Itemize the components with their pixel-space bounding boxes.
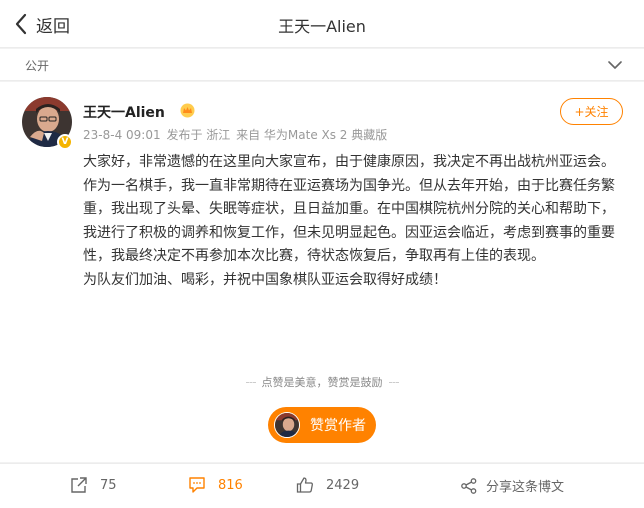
post-source: 来自 华为Mate Xs 2 典藏版 [236, 128, 388, 142]
chevron-down-icon[interactable] [608, 60, 622, 70]
thumbs-up-icon [296, 477, 313, 493]
verified-badge-icon: V [57, 134, 73, 150]
page-title: 王天一Alien [278, 17, 366, 36]
tip-author-label: 赞赏作者 [310, 418, 366, 434]
tip-author-button[interactable]: 赞赏作者 [268, 407, 376, 443]
like-count: 2429 [326, 477, 360, 493]
divider [245, 381, 256, 383]
visibility-label: 公开 [25, 59, 50, 73]
visibility-bar: 公开 [0, 49, 644, 81]
comment-button[interactable]: 816 [188, 476, 243, 494]
like-button[interactable]: 2429 [296, 476, 359, 494]
author-name[interactable]: 王天一Alien [83, 102, 165, 122]
top-bar: 返回 王天一Alien [0, 0, 644, 48]
share-button[interactable]: 分享这条博文 [460, 476, 564, 495]
repost-count: 75 [100, 477, 117, 493]
avatar-image [275, 413, 299, 437]
post-location: 发布于 浙江 [166, 128, 231, 142]
post-meta: 23-8-4 09:01 发布于 浙江 来自 华为Mate Xs 2 典藏版 [83, 126, 389, 143]
divider [388, 381, 399, 383]
post-paragraph: 为队友们加油、喝彩，并祝中国象棋队亚运会取得好成绩！ [83, 271, 447, 288]
post-paragraph: 作为一名棋手，我一直非常期待在亚运赛场为国争光。但从去年开始，由于比赛任务繁重，… [83, 177, 615, 265]
comment-icon [189, 477, 205, 493]
tip-slogan-row: 点赞是美意，赞赏是鼓励 [0, 374, 644, 390]
avatar [274, 412, 300, 438]
share-label: 分享这条博文 [486, 480, 565, 495]
post-paragraph: 大家好，非常遗憾的在这里向大家宣布，由于健康原因，我决定不再出战杭州亚运会。 [83, 154, 615, 170]
tip-slogan: 点赞是美意，赞赏是鼓励 [261, 376, 383, 389]
repost-icon [71, 477, 87, 493]
post-time[interactable]: 23-8-4 09:01 [83, 128, 161, 142]
crown-icon [180, 103, 195, 118]
share-icon [461, 477, 477, 494]
post-card: V 王天一Alien 23-8-4 09:01 发布于 浙江 来自 华为Mate… [0, 82, 644, 462]
action-bar: 75 816 2429 分享这条博文 [0, 463, 644, 508]
follow-button[interactable]: +关注 [560, 98, 623, 125]
post-content: 大家好，非常遗憾的在这里向大家宣布，由于健康原因，我决定不再出战杭州亚运会。 作… [83, 151, 628, 292]
comment-count: 816 [218, 477, 243, 493]
repost-button[interactable]: 75 [70, 476, 117, 494]
